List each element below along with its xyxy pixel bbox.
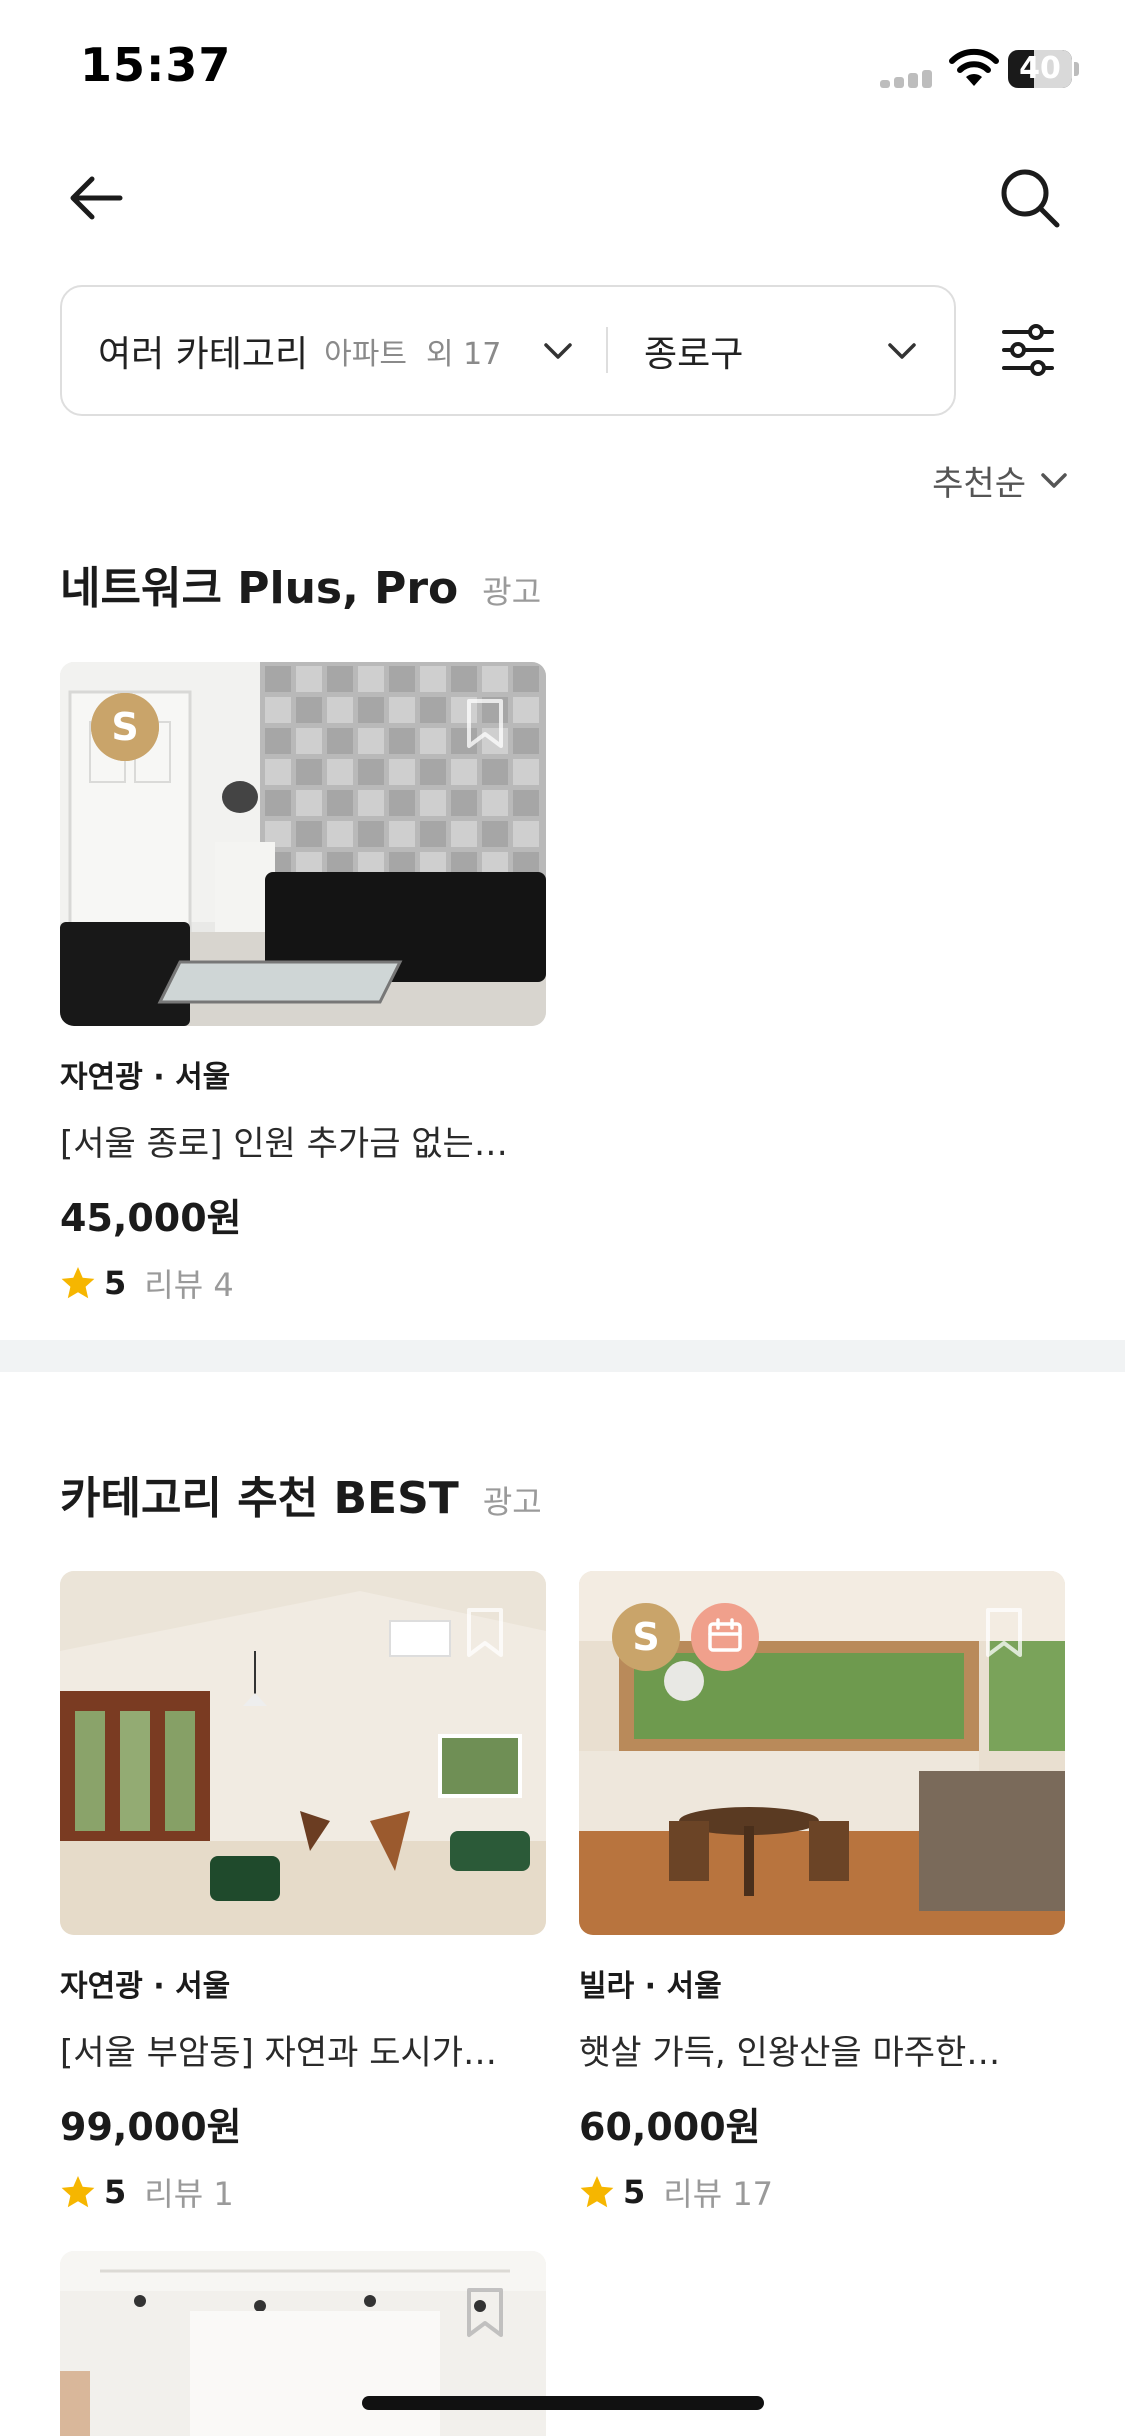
home-indicator <box>362 2396 764 2410</box>
category-filter-label: 여러 카테고리 <box>98 333 309 375</box>
section-title-best: 카테고리 추천 BEST 광고 <box>60 1462 542 1526</box>
region-filter[interactable]: 종로구 <box>608 287 954 414</box>
super-host-badge: S <box>612 1603 680 1671</box>
battery-level: 40 <box>1019 51 1061 86</box>
sort-label: 추천순 <box>932 463 1026 504</box>
region-filter-label: 종로구 <box>644 333 744 375</box>
sort-dropdown[interactable]: 추천순 <box>880 450 1070 510</box>
listing-card[interactable]: S 자연광 · 서울 [서울 종로] 인원 추가금 없는… 45,000원 5 … <box>60 662 546 1306</box>
bookmark-icon[interactable] <box>466 698 504 750</box>
chevron-down-icon <box>1041 473 1067 488</box>
chevron-down-icon <box>888 343 916 359</box>
section-title-network: 네트워크 Plus, Pro 광고 <box>60 552 541 616</box>
listing-image[interactable]: S <box>579 1571 1065 1935</box>
listing-price: 60,000원 <box>579 2105 761 2149</box>
review-count: 리뷰 1 <box>144 2175 234 2213</box>
super-host-badge: S <box>91 693 159 761</box>
bookmark-icon[interactable] <box>466 2287 504 2339</box>
listing-category: 빌라 · 서울 <box>579 1969 722 2004</box>
category-filter-detail: 아파트 외 17 <box>324 336 502 372</box>
rating-score: 5 <box>623 2173 646 2211</box>
listing-rating: 5 리뷰 17 <box>579 2169 1065 2215</box>
rating-score: 5 <box>104 1264 127 1302</box>
listing-title: [서울 종로] 인원 추가금 없는… <box>60 1124 508 1164</box>
wifi-icon <box>949 48 999 86</box>
arrow-left-icon <box>70 176 123 220</box>
listing-card[interactable]: S 빌라 · 서울 햇살 가득, 인왕산을 마주한… 60,000원 5 리뷰 … <box>579 1571 1065 2215</box>
listing-price: 99,000원 <box>60 2105 242 2149</box>
section-divider <box>0 1340 1125 1372</box>
rating-score: 5 <box>104 2173 127 2211</box>
filter-bar: 여러 카테고리 아파트 외 17 종로구 <box>60 285 956 416</box>
listing-title: 햇살 가득, 인왕산을 마주한… <box>579 2033 1001 2073</box>
sliders-icon <box>1002 324 1054 376</box>
section-title-text: 카테고리 추천 BEST <box>60 1473 459 1524</box>
section-title-text: 네트워크 Plus, Pro <box>60 563 459 614</box>
listing-rating: 5 리뷰 4 <box>60 1260 546 1306</box>
listing-category: 자연광 · 서울 <box>60 1969 231 2004</box>
signal-icon <box>880 68 936 88</box>
listing-price: 45,000원 <box>60 1196 242 1240</box>
search-icon <box>1001 169 1060 228</box>
calendar-icon <box>708 1618 742 1652</box>
category-filter[interactable]: 여러 카테고리 아파트 외 17 <box>62 287 602 414</box>
listing-image[interactable] <box>60 1571 546 1935</box>
search-button[interactable] <box>990 158 1070 238</box>
back-button[interactable] <box>56 158 136 238</box>
status-bar: 15:37 40 <box>0 0 1125 140</box>
listing-image[interactable]: S <box>60 662 546 1026</box>
listing-rating: 5 리뷰 1 <box>60 2169 546 2215</box>
ad-label: 광고 <box>482 573 542 611</box>
review-count: 리뷰 17 <box>663 2175 774 2213</box>
review-count: 리뷰 4 <box>144 1266 234 1304</box>
status-time: 15:37 <box>80 38 232 92</box>
ad-label: 광고 <box>482 1483 542 1521</box>
listing-card[interactable]: 자연광 · 서울 [서울 부암동] 자연과 도시가… 99,000원 5 리뷰 … <box>60 1571 546 2215</box>
listing-category: 자연광 · 서울 <box>60 1060 231 1095</box>
bookmark-icon[interactable] <box>466 1607 504 1659</box>
battery-icon: 40 <box>1008 50 1079 88</box>
bookmark-icon[interactable] <box>985 1607 1023 1659</box>
star-icon <box>61 1267 95 1299</box>
star-icon <box>61 2176 95 2208</box>
listing-title: [서울 부암동] 자연과 도시가… <box>60 2033 498 2073</box>
calendar-badge <box>691 1603 759 1671</box>
filter-settings-button[interactable] <box>988 310 1068 390</box>
chevron-down-icon <box>544 343 572 359</box>
star-icon <box>580 2176 614 2208</box>
